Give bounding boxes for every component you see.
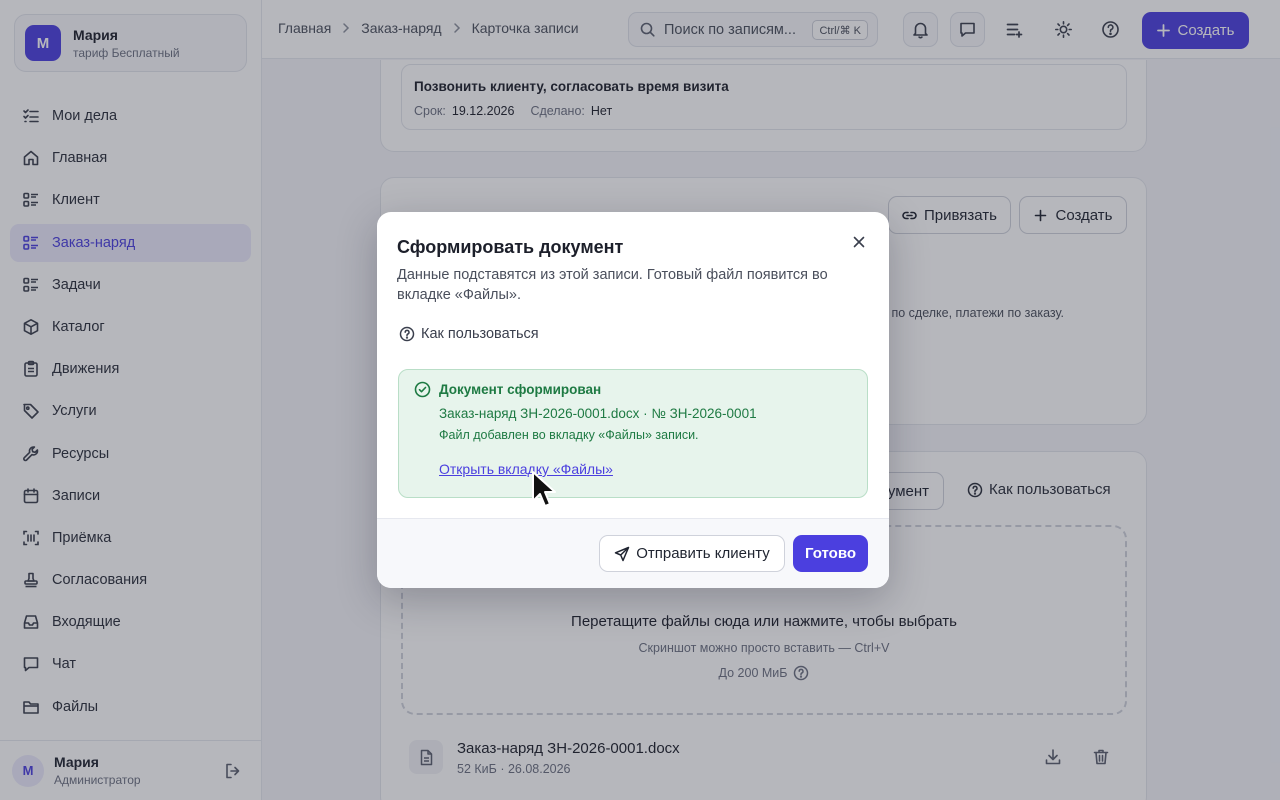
dialog-title: Сформировать документ	[397, 237, 624, 257]
close-icon[interactable]	[851, 234, 867, 250]
dialog-footer: Отправить клиенту Готово	[377, 518, 889, 588]
dialog-help-link[interactable]: Как пользоваться	[399, 326, 539, 342]
send-to-client-label: Отправить клиенту	[636, 545, 770, 562]
done-button[interactable]: Готово	[793, 535, 868, 572]
success-title: Документ сформирован	[439, 382, 602, 397]
success-file: Заказ-наряд ЗН-2026-0001.docx · № ЗН-202…	[439, 406, 757, 421]
dialog-description: Данные подставятся из этой записи. Готов…	[397, 267, 828, 303]
send-to-client-button[interactable]: Отправить клиенту	[599, 535, 785, 572]
generate-document-dialog: Сформировать документ Данные подставятся…	[377, 212, 889, 588]
mouse-cursor-icon	[532, 471, 556, 507]
success-note: Файл добавлен во вкладку «Файлы» записи.	[439, 428, 699, 442]
open-files-tab-link[interactable]: Открыть вкладку «Файлы»	[439, 461, 613, 477]
question-circle-icon	[399, 326, 421, 342]
check-circle-icon	[414, 381, 431, 398]
success-alert: Документ сформирован Заказ-наряд ЗН-2026…	[398, 369, 868, 498]
dialog-help-label: Как пользоваться	[421, 326, 539, 342]
send-icon	[614, 546, 636, 562]
